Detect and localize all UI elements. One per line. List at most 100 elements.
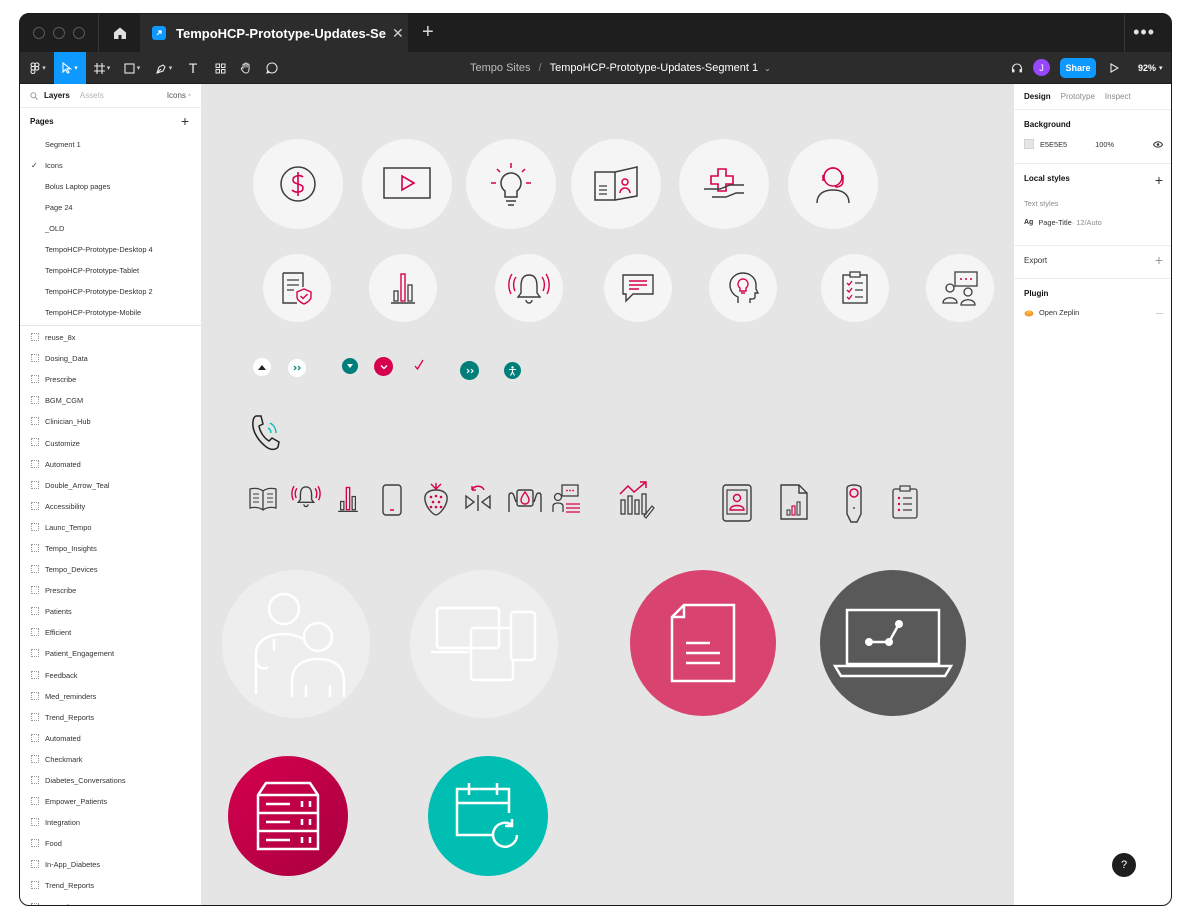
growth-chart-icon-tile[interactable]	[618, 480, 655, 523]
layer-item[interactable]: Med_reminders	[20, 686, 201, 707]
layer-item[interactable]: Integration	[20, 812, 201, 833]
page-item[interactable]: TempoHCP-Prototype-Desktop 2	[20, 281, 201, 302]
pen-tool-button[interactable]: ▾	[152, 52, 176, 84]
more-options-button[interactable]: •••	[1133, 22, 1155, 43]
layer-item[interactable]: Efficient	[20, 622, 201, 643]
video-icon-tile[interactable]	[362, 139, 452, 229]
breadcrumb-chevron-icon[interactable]: ⌄	[764, 64, 771, 73]
background-swatch[interactable]	[1024, 139, 1034, 149]
maximize-window-button[interactable]	[73, 27, 85, 39]
strawberry-icon-tile[interactable]	[423, 482, 449, 521]
layer-item[interactable]: Feedback	[20, 665, 201, 686]
page-item[interactable]: TempoHCP-Prototype-Desktop 4	[20, 239, 201, 260]
report-file-icon-tile[interactable]	[780, 484, 808, 525]
medical-cross-icon-tile[interactable]	[679, 139, 769, 229]
main-menu-button[interactable]: ▾	[26, 52, 50, 84]
layer-item[interactable]: BGM_CGM	[20, 390, 201, 411]
zoom-menu[interactable]: 92% ▾	[1138, 52, 1163, 84]
layer-item[interactable]: Tempo_Devices	[20, 559, 201, 580]
present-button[interactable]	[1106, 52, 1122, 84]
close-tab-icon[interactable]: ✕	[392, 25, 404, 42]
layer-item[interactable]: Trend_Reports	[20, 875, 201, 896]
page-item[interactable]: Segment 1	[20, 134, 201, 155]
layer-item[interactable]: In-App_Diabetes	[20, 854, 201, 875]
background-hex-input[interactable]: E5E5E5	[1040, 140, 1067, 149]
frame-tool-button[interactable]: ▾	[90, 52, 114, 84]
minimize-window-button[interactable]	[53, 27, 65, 39]
layer-item[interactable]: Automated	[20, 454, 201, 475]
bar-chart-icon-tile[interactable]	[369, 254, 437, 322]
close-window-button[interactable]	[33, 27, 45, 39]
tab-layers[interactable]: Layers	[44, 91, 70, 100]
add-page-button[interactable]: +	[181, 113, 189, 129]
background-opacity-input[interactable]: 100%	[1095, 140, 1114, 149]
remove-plugin-button[interactable]: —	[1156, 308, 1163, 317]
layer-item[interactable]: Dosing_Data	[20, 348, 201, 369]
phone-call-icon-tile[interactable]	[250, 414, 282, 457]
new-tab-button[interactable]: +	[422, 22, 434, 42]
resources-button[interactable]	[210, 52, 230, 84]
layer-item[interactable]: Prescrib	[20, 897, 201, 905]
notification-bell-icon-tile[interactable]	[495, 254, 563, 322]
document-tile[interactable]	[630, 570, 776, 716]
layer-item[interactable]: Accessibility	[20, 496, 201, 517]
double-arrow-teal-button[interactable]	[460, 361, 479, 380]
text-tool-button[interactable]: T	[183, 52, 203, 84]
support-agent-icon-tile[interactable]	[788, 139, 878, 229]
page-item[interactable]: ✓ Icons	[20, 155, 201, 176]
layer-item[interactable]: Double_Arrow_Teal	[20, 475, 201, 496]
text-style-item[interactable]: Ag Page-Title · 12/Auto	[1024, 218, 1163, 227]
team-presentation-icon-tile[interactable]	[926, 254, 994, 322]
hand-tool-button[interactable]	[236, 52, 256, 84]
clipboard-list-icon-tile[interactable]	[892, 485, 918, 524]
layer-item[interactable]: Prescribe	[20, 369, 201, 390]
layer-item[interactable]: Patient_Engagement	[20, 643, 201, 664]
checkmark-mark[interactable]	[414, 358, 424, 376]
comment-tool-button[interactable]	[262, 52, 282, 84]
hands-drop-icon-tile[interactable]	[507, 484, 543, 519]
user-avatar[interactable]: J	[1033, 59, 1050, 76]
med-reminders-icon-tile[interactable]	[291, 483, 321, 514]
double-chevron-button[interactable]	[288, 359, 306, 377]
design-canvas[interactable]	[202, 84, 1013, 905]
secure-document-icon-tile[interactable]	[263, 254, 331, 322]
tab-assets[interactable]: Assets	[80, 91, 104, 100]
brochure-icon-tile[interactable]	[571, 139, 661, 229]
layer-item[interactable]: Checkmark	[20, 749, 201, 770]
chat-bubble-icon-tile[interactable]	[604, 254, 672, 322]
add-export-button[interactable]: +	[1155, 252, 1163, 268]
share-button[interactable]: Share	[1060, 58, 1096, 78]
layer-item[interactable]: reuse_8x	[20, 327, 201, 348]
open-book-icon-tile[interactable]	[249, 486, 277, 517]
move-tool-button[interactable]: ▾	[54, 52, 86, 84]
page-item[interactable]: Bolus Laptop pages	[20, 176, 201, 197]
sync-icon-tile[interactable]	[464, 483, 492, 518]
lightbulb-icon-tile[interactable]	[466, 139, 556, 229]
tab-inspect[interactable]: Inspect	[1105, 92, 1131, 101]
layer-item[interactable]: Customize	[20, 432, 201, 453]
server-tile[interactable]	[228, 756, 348, 876]
dollar-icon-tile[interactable]	[253, 139, 343, 229]
layer-item[interactable]: Prescribe	[20, 580, 201, 601]
current-page-selector[interactable]: Icons ^	[167, 91, 191, 100]
calendar-refresh-tile[interactable]	[428, 756, 548, 876]
add-style-button[interactable]: +	[1155, 172, 1163, 188]
accessibility-button[interactable]	[504, 362, 521, 379]
breadcrumb-file[interactable]: TempoHCP-Prototype-Updates-Segment 1	[550, 62, 758, 74]
page-item[interactable]: TempoHCP-Prototype-Mobile	[20, 302, 201, 323]
clinician-patient-tile[interactable]	[222, 570, 370, 718]
chevron-down-button[interactable]	[374, 357, 393, 376]
home-button[interactable]	[102, 14, 138, 52]
layer-item[interactable]: Empower_Patients	[20, 791, 201, 812]
checklist-icon-tile[interactable]	[821, 254, 889, 322]
layer-item[interactable]: Patients	[20, 601, 201, 622]
shape-tool-button[interactable]: ▾	[120, 52, 144, 84]
eye-icon[interactable]	[1153, 140, 1163, 148]
presentation-icon-tile[interactable]	[552, 484, 582, 519]
help-button[interactable]: ?	[1112, 853, 1136, 877]
page-item[interactable]: Page 24	[20, 197, 201, 218]
search-icon[interactable]	[30, 91, 38, 100]
tab-prototype[interactable]: Prototype	[1061, 92, 1095, 101]
layer-item[interactable]: Food	[20, 833, 201, 854]
layer-item[interactable]: Diabetes_Conversations	[20, 770, 201, 791]
